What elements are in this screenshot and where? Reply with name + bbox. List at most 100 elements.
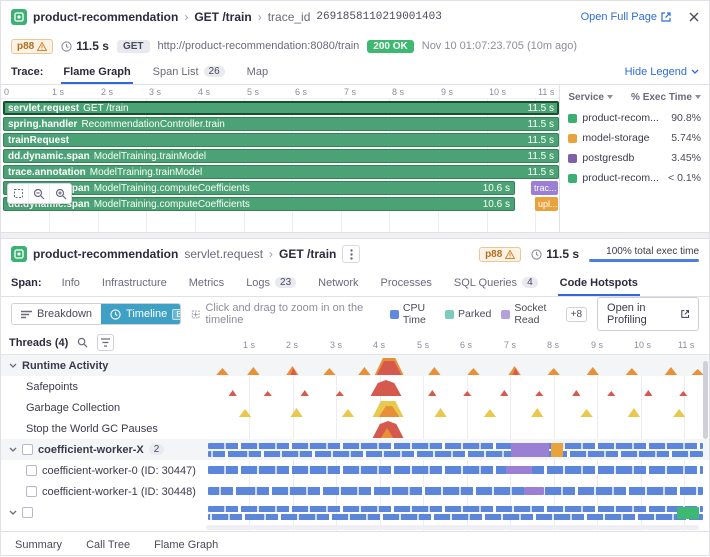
exec-time-block: 100% total exec time: [589, 246, 699, 262]
legend-col-service-label: Service: [568, 92, 604, 103]
tab-span-list[interactable]: Span List26: [151, 59, 227, 84]
partial-thread-chart[interactable]: [206, 502, 709, 523]
span-options-kebab-icon[interactable]: [342, 245, 360, 263]
thread-row-garbage-collection[interactable]: Garbage Collection: [1, 397, 709, 418]
legend-socket-read: Socket Read: [501, 302, 555, 326]
flame-span-dd-dynamic-span[interactable]: dd.dynamic.span ModelTraining.trainModel…: [3, 149, 559, 163]
legend-parked: Parked: [445, 308, 491, 320]
thread-row-safepoints[interactable]: Safepoints: [1, 376, 709, 397]
hotspots-toolbar: Breakdown Timeline BETA Click and drag t…: [1, 297, 709, 331]
vertical-scrollbar[interactable]: [703, 361, 708, 439]
cpu-activity-lane: [208, 514, 703, 520]
thread-checkbox[interactable]: [26, 465, 37, 476]
flame-span-trace-annotation[interactable]: trace.annotation ModelTraining.trainMode…: [3, 165, 559, 179]
more-legend-badge[interactable]: +8: [566, 307, 587, 322]
thread-row-runtime-activity[interactable]: Runtime Activity: [1, 355, 709, 376]
thread-row-coefficient-worker-1[interactable]: coefficient-worker-1 (ID: 30448): [1, 481, 709, 502]
tab-summary[interactable]: Summary: [15, 539, 62, 551]
trace-id-value[interactable]: 2691858110219001403: [316, 11, 441, 23]
legend-service-name: model-storage: [582, 132, 666, 144]
socket-read-segment: [506, 466, 532, 474]
tab-info[interactable]: Info: [60, 269, 82, 296]
clock-icon: [61, 41, 72, 52]
legend-row[interactable]: postgresdb 3.45%: [568, 148, 701, 168]
thread-row-coefficient-worker-group[interactable]: coefficient-worker-X 2: [1, 439, 709, 460]
cpu-activity-lane: [208, 451, 703, 457]
flame-span-spring-handler[interactable]: spring.handler RecommendationController.…: [3, 117, 559, 131]
tab-call-tree[interactable]: Call Tree: [86, 539, 130, 551]
breakdown-button[interactable]: Breakdown: [12, 304, 101, 324]
chevron-down-icon[interactable]: [9, 510, 17, 515]
garbage-collection-chart[interactable]: [206, 397, 709, 418]
crosshair-icon: [191, 309, 200, 320]
coefficient-worker-group-chart[interactable]: [206, 439, 709, 460]
tab-infrastructure[interactable]: Infrastructure: [100, 269, 169, 296]
legend-row[interactable]: model-storage 5.74%: [568, 128, 701, 148]
timeline-button[interactable]: Timeline BETA: [101, 304, 181, 324]
tab-code-hotspots[interactable]: Code Hotspots: [558, 269, 640, 296]
flame-span-train-request[interactable]: trainRequest 11.5 s: [3, 133, 559, 147]
tab-flame-graph-bottom[interactable]: Flame Graph: [154, 539, 218, 551]
latency-badge[interactable]: p88: [11, 39, 53, 54]
legend-row[interactable]: product-recom... < 0.1%: [568, 168, 701, 188]
thread-row-partial[interactable]: [1, 502, 709, 523]
coefficient-worker-0-chart[interactable]: [206, 460, 709, 481]
marquee-select-icon[interactable]: [8, 184, 29, 203]
flame-bars-area[interactable]: servlet.request GET /train 11.5 s spring…: [1, 99, 559, 232]
axis-tick: 2 s: [286, 340, 298, 350]
flame-graph[interactable]: 0 1 s 2 s 3 s 4 s 5 s 6 s 7 s 8 s 9 s 10…: [1, 85, 559, 232]
service-color-swatch: [568, 154, 577, 163]
tab-sql-queries[interactable]: SQL Queries4: [452, 269, 540, 296]
tab-processes[interactable]: Processes: [379, 269, 434, 296]
external-link-icon: [661, 12, 671, 22]
flame-span-servlet-request[interactable]: servlet.request GET /train 11.5 s: [3, 101, 559, 115]
flame-span-compute-coefficients-1[interactable]: dd.dynamic.span ModelTraining.computeCoe…: [3, 181, 515, 195]
legend-col-service[interactable]: Service: [568, 92, 613, 103]
open-in-profiling-button[interactable]: Open in Profiling: [597, 297, 699, 331]
thread-group-checkbox[interactable]: [22, 444, 33, 455]
flame-span-compute-coefficients-2[interactable]: dd.dynamic.span ModelTraining.computeCoe…: [3, 197, 515, 211]
thread-row-stop-the-world[interactable]: Stop the World GC Pauses: [1, 418, 709, 439]
thread-row-coefficient-worker-0[interactable]: coefficient-worker-0 (ID: 30447): [1, 460, 709, 481]
request-url[interactable]: http://product-recommendation:8080/train: [158, 40, 360, 52]
axis-tick: 8 s: [392, 87, 404, 97]
thread-checkbox[interactable]: [22, 507, 33, 518]
view-mode-segmented-control: Breakdown Timeline BETA: [11, 303, 181, 325]
tab-flame-graph[interactable]: Flame Graph: [61, 59, 132, 84]
sort-threads-icon[interactable]: [97, 334, 114, 351]
breadcrumb-service[interactable]: product-recommendation: [33, 10, 178, 24]
tab-metrics[interactable]: Metrics: [187, 269, 226, 296]
flame-span-postgres-tail[interactable]: trac...: [531, 181, 558, 195]
chevron-down-icon[interactable]: [9, 363, 17, 368]
safepoints-chart[interactable]: [206, 376, 709, 397]
chevron-down-icon[interactable]: [9, 447, 17, 452]
search-icon[interactable]: [74, 334, 91, 351]
thread-checkbox[interactable]: [26, 486, 37, 497]
legend-col-exec-time[interactable]: % Exec Time: [631, 92, 701, 103]
legend-row[interactable]: product-recom... 90.8%: [568, 108, 701, 128]
zoom-in-icon[interactable]: [50, 184, 71, 203]
latency-badge-label: p88: [17, 41, 34, 52]
tab-logs[interactable]: Logs23: [244, 269, 298, 296]
span-resource[interactable]: GET /train: [279, 247, 336, 261]
open-full-page-link[interactable]: Open Full Page: [581, 11, 671, 23]
breadcrumb-resource[interactable]: GET /train: [194, 10, 251, 24]
clock-icon: [531, 249, 542, 260]
axis-tick: 6 s: [460, 340, 472, 350]
hide-legend-link[interactable]: Hide Legend: [625, 59, 699, 84]
tab-map[interactable]: Map: [245, 59, 270, 84]
stop-the-world-chart[interactable]: [206, 418, 709, 439]
activity-sparkline: [206, 376, 709, 396]
span-latency-badge[interactable]: p88: [479, 247, 521, 262]
runtime-activity-chart[interactable]: [206, 355, 709, 376]
close-icon[interactable]: [689, 12, 699, 22]
coefficient-worker-1-chart[interactable]: [206, 481, 709, 502]
zoom-out-icon[interactable]: [29, 184, 50, 203]
tab-network[interactable]: Network: [316, 269, 360, 296]
span-service-name[interactable]: product-recommendation: [33, 247, 178, 261]
cpu-activity-lane: [208, 487, 703, 495]
hide-legend-label: Hide Legend: [625, 66, 687, 78]
trace-header: product-recommendation GET /train trace_…: [1, 1, 709, 33]
horizontal-scrollbar[interactable]: [206, 525, 699, 530]
flame-span-upload-tail[interactable]: upl...: [535, 197, 558, 211]
